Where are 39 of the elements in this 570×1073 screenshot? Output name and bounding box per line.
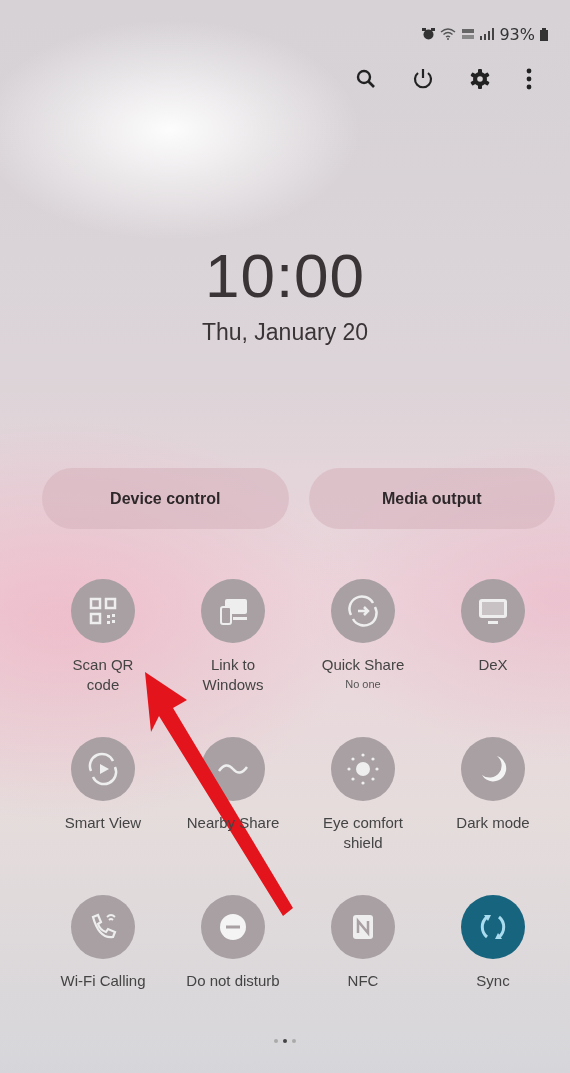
tile-label: Quick Share bbox=[321, 655, 405, 675]
tile-label: NFC bbox=[347, 971, 379, 991]
nfc-tile-icon[interactable] bbox=[331, 895, 395, 959]
eye-tile-icon[interactable] bbox=[331, 737, 395, 801]
device-button[interactable]: Device control bbox=[42, 468, 289, 529]
device-button[interactable]: Media output bbox=[308, 468, 555, 529]
tile-label: Sync bbox=[476, 971, 510, 991]
tile-sublabel: No one bbox=[345, 678, 381, 690]
page-indicator-dot[interactable] bbox=[274, 1039, 278, 1043]
more-options-icon[interactable] bbox=[526, 68, 532, 90]
wificall-tile-icon[interactable] bbox=[71, 895, 135, 959]
alarm-icon bbox=[422, 28, 436, 40]
clock-date: Thu, January 20 bbox=[201, 319, 369, 346]
dark-tile-icon[interactable] bbox=[461, 737, 525, 801]
search-icon[interactable] bbox=[356, 69, 376, 89]
dex-tile-icon[interactable] bbox=[461, 579, 525, 643]
dnd-tile-icon[interactable] bbox=[201, 895, 265, 959]
tile-label: Wi-Fi Calling bbox=[60, 971, 146, 991]
tile-label: Eye comfort shield bbox=[322, 813, 404, 853]
settings-icon[interactable] bbox=[470, 69, 490, 89]
wifi-icon bbox=[440, 28, 457, 40]
tile-label: DeX bbox=[478, 655, 508, 675]
power-icon[interactable] bbox=[412, 68, 434, 90]
tile-label: Smart View bbox=[64, 813, 142, 833]
sync-tile-icon[interactable] bbox=[461, 895, 525, 959]
page-indicator-dot[interactable] bbox=[292, 1039, 296, 1043]
qr-tile-icon[interactable] bbox=[71, 579, 135, 643]
signal-icon bbox=[480, 28, 495, 40]
link-tile-icon[interactable] bbox=[201, 579, 265, 643]
tile-label: Do not disturb bbox=[186, 971, 280, 991]
clock-time: 10:00 bbox=[204, 240, 366, 311]
quickshare-tile-icon[interactable] bbox=[331, 579, 395, 643]
tile-label: Dark mode bbox=[456, 813, 530, 833]
page-indicator-dot[interactable] bbox=[283, 1039, 287, 1043]
smartview-tile-icon[interactable] bbox=[71, 737, 135, 801]
battery-icon bbox=[540, 27, 548, 41]
tile-label: Link to Windows bbox=[201, 655, 265, 695]
battery-percentage: 93% bbox=[499, 24, 535, 44]
tile-label: Scan QR code bbox=[71, 655, 135, 695]
